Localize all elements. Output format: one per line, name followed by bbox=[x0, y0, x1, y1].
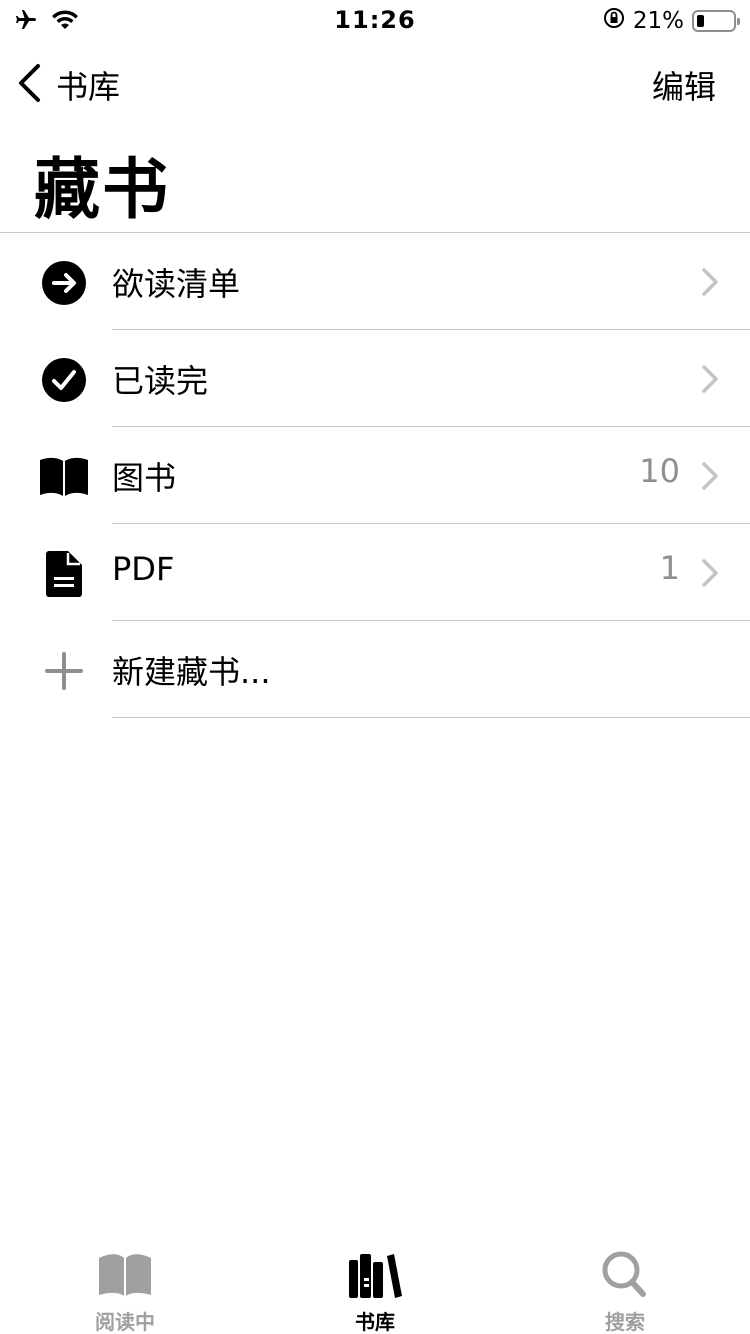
orientation-lock-icon bbox=[603, 7, 625, 35]
checkmark-circle-icon bbox=[38, 354, 90, 406]
plus-icon bbox=[38, 645, 90, 697]
tab-search[interactable]: 搜索 bbox=[500, 1236, 750, 1334]
list-item-label: 新建藏书... bbox=[112, 653, 271, 691]
book-open-icon bbox=[95, 1250, 155, 1300]
tab-bar: 阅读中 书库 搜索 bbox=[0, 1236, 750, 1334]
library-icon bbox=[345, 1250, 405, 1300]
book-icon bbox=[38, 451, 90, 503]
tab-label: 搜索 bbox=[605, 1310, 645, 1334]
back-button[interactable]: 书库 bbox=[16, 62, 120, 108]
list-item-count: 1 bbox=[659, 549, 680, 587]
chevron-right-icon bbox=[700, 267, 720, 297]
list-item-label: PDF bbox=[112, 550, 175, 588]
tab-label: 阅读中 bbox=[95, 1310, 155, 1334]
new-collection-button[interactable]: 新建藏书... bbox=[0, 621, 750, 718]
list-item-books[interactable]: 图书 10 bbox=[0, 427, 750, 524]
back-button-label: 书库 bbox=[56, 68, 121, 106]
chevron-right-icon bbox=[700, 364, 720, 394]
list-item-finished[interactable]: 已读完 bbox=[0, 330, 750, 427]
list-item-want-to-read[interactable]: 欲读清单 bbox=[0, 233, 750, 330]
battery-level bbox=[697, 15, 704, 27]
battery-icon bbox=[692, 10, 740, 32]
search-icon bbox=[595, 1250, 655, 1300]
chevron-left-icon bbox=[16, 63, 42, 107]
chevron-right-icon bbox=[700, 461, 720, 491]
tab-label: 书库 bbox=[355, 1310, 395, 1334]
document-icon bbox=[38, 548, 90, 600]
page-title: 藏书 bbox=[34, 151, 170, 228]
list-item-count: 10 bbox=[639, 452, 680, 490]
collections-list: 欲读清单 已读完 图书 10 PDF 1 新建藏书... bbox=[0, 233, 750, 718]
battery-percent: 21% bbox=[632, 8, 684, 34]
arrow-circle-icon bbox=[38, 257, 90, 309]
list-item-label: 已读完 bbox=[112, 362, 209, 400]
edit-button[interactable]: 编辑 bbox=[652, 62, 716, 108]
list-item-label: 图书 bbox=[112, 459, 177, 497]
status-bar: 11:26 21% bbox=[0, 0, 750, 40]
list-item-pdf[interactable]: PDF 1 bbox=[0, 524, 750, 621]
tab-library[interactable]: 书库 bbox=[250, 1236, 500, 1334]
chevron-right-icon bbox=[700, 558, 720, 588]
tab-reading-now[interactable]: 阅读中 bbox=[0, 1236, 250, 1334]
list-item-label: 欲读清单 bbox=[112, 265, 241, 303]
